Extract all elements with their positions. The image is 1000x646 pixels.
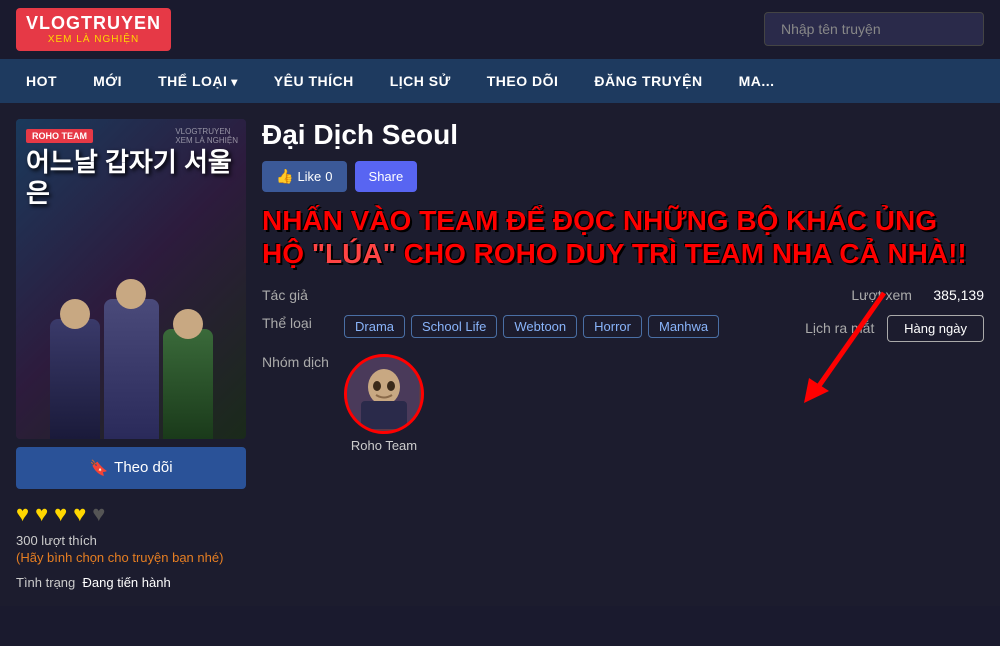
- nav-yeu-thich[interactable]: YÊU THÍCH: [256, 59, 372, 103]
- genre-school[interactable]: School Life: [411, 315, 497, 338]
- status-label: Tình trạng: [16, 575, 75, 590]
- info-bottom: Tác giả Lượt xem 385,139 Thể loại Drama: [262, 287, 984, 453]
- status-line: Tình trạng Đang tiến hành: [16, 575, 246, 590]
- promo-line-2: HỘ "LÚA" CHO ROHO DUY TRÌ TEAM NHA CẢ NH…: [262, 237, 984, 271]
- share-button[interactable]: Share: [355, 161, 418, 192]
- hearts-rating: ♥ ♥ ♥ ♥ ♥: [16, 501, 246, 527]
- translator-avatar: [344, 354, 424, 434]
- translator-card[interactable]: Roho Team: [344, 354, 424, 453]
- logo-main-text: VLOGTRUYEN: [26, 14, 161, 34]
- bookmark-icon: 🔖: [89, 459, 108, 477]
- right-panel: Đại Dịch Seoul 👍 Like 0 Share NHẤN VÀO T…: [262, 119, 984, 590]
- figure-1: [50, 319, 100, 439]
- like-count: 300 lượt thích: [16, 533, 246, 548]
- cover-korean-title: 어느날 갑자기 서울은: [26, 147, 236, 209]
- action-buttons: 👍 Like 0 Share: [262, 161, 984, 192]
- manga-title: Đại Dịch Seoul: [262, 119, 984, 151]
- heart-5[interactable]: ♥: [92, 501, 105, 527]
- promo-text: NHẤN VÀO TEAM ĐỂ ĐỌC NHỮNG BỘ KHÁC ỦNG H…: [262, 204, 984, 271]
- follow-button[interactable]: 🔖 Theo dõi: [16, 447, 246, 489]
- cover-figures: [16, 259, 246, 439]
- logo-area[interactable]: VLOGTRUYEN XEM LÀ NGHIỆN: [16, 8, 171, 51]
- heart-2[interactable]: ♥: [35, 501, 48, 527]
- right-content-top: Đại Dịch Seoul 👍 Like 0 Share NHẤN VÀO T…: [262, 119, 984, 271]
- genre-label: Thể loại: [262, 315, 332, 331]
- like-number: 0: [325, 169, 332, 184]
- genre-webtoon[interactable]: Webtoon: [503, 315, 577, 338]
- left-panel: ROHO TEAM 어느날 갑자기 서울은 VLOGTRUYENXEM LÀ N…: [16, 119, 246, 590]
- red-arrow-svg: [764, 273, 904, 433]
- genre-drama[interactable]: Drama: [344, 315, 405, 338]
- status-value: Đang tiến hành: [83, 575, 171, 590]
- nav-dang-truyen[interactable]: ĐĂNG TRUYỆN: [576, 59, 720, 103]
- genre-manhwa[interactable]: Manhwa: [648, 315, 719, 338]
- nav-hot[interactable]: HOT: [8, 59, 75, 103]
- author-row: Tác giả: [262, 287, 344, 303]
- figure-3: [163, 329, 213, 439]
- main-nav: HOT MỚI THỂ LOẠI YÊU THÍCH LỊCH SỬ THEO …: [0, 59, 1000, 103]
- nav-theo-doi[interactable]: THEO DÕI: [469, 59, 577, 103]
- nav-more[interactable]: MA...: [721, 59, 793, 103]
- quoted-text: "LÚA": [312, 238, 396, 269]
- manga-cover: ROHO TEAM 어느날 갑자기 서울은 VLOGTRUYENXEM LÀ N…: [16, 119, 246, 439]
- nav-the-loai[interactable]: THỂ LOẠI: [140, 59, 256, 103]
- translator-label: Nhóm dịch: [262, 354, 332, 370]
- content-area: ROHO TEAM 어느날 갑자기 서울은 VLOGTRUYENXEM LÀ N…: [16, 119, 984, 590]
- header: VLOGTRUYEN XEM LÀ NGHIỆN: [0, 0, 1000, 59]
- heart-1[interactable]: ♥: [16, 501, 29, 527]
- site-logo[interactable]: VLOGTRUYEN XEM LÀ NGHIỆN: [16, 8, 171, 51]
- promo-line-1: NHẤN VÀO TEAM ĐỂ ĐỌC NHỮNG BỘ KHÁC ỦNG: [262, 204, 984, 238]
- figure-2: [104, 299, 159, 439]
- heart-4[interactable]: ♥: [73, 501, 86, 527]
- genre-row: Thể loại Drama School Life Webtoon Horro…: [262, 315, 719, 338]
- translator-info: Roho Team: [344, 354, 424, 453]
- cover-badge: ROHO TEAM: [26, 129, 93, 143]
- heart-3[interactable]: ♥: [54, 501, 67, 527]
- like-label: Like: [297, 169, 321, 184]
- avatar-image: [349, 359, 419, 429]
- author-label: Tác giả: [262, 287, 332, 303]
- nav-moi[interactable]: MỚI: [75, 59, 140, 103]
- genre-tags: Drama School Life Webtoon Horror Manhwa: [344, 315, 719, 338]
- views-value: 385,139: [933, 287, 984, 303]
- like-note: (Hãy bình chọn cho truyện bạn nhé): [16, 550, 246, 565]
- genre-horror[interactable]: Horror: [583, 315, 642, 338]
- cover-watermark: VLOGTRUYENXEM LÀ NGHIỆN: [175, 127, 238, 145]
- like-button[interactable]: 👍 Like 0: [262, 161, 347, 192]
- logo-sub-text: XEM LÀ NGHIỆN: [48, 34, 139, 45]
- search-input[interactable]: [764, 12, 984, 46]
- cover-image: ROHO TEAM 어느날 갑자기 서울은 VLOGTRUYENXEM LÀ N…: [16, 119, 246, 439]
- main-content: ROHO TEAM 어느날 갑자기 서울은 VLOGTRUYENXEM LÀ N…: [0, 103, 1000, 606]
- translator-name: Roho Team: [351, 438, 417, 453]
- nav-lich-su[interactable]: LỊCH SỬ: [372, 59, 469, 103]
- thumbs-up-icon: 👍: [276, 168, 293, 185]
- follow-button-label: Theo dõi: [114, 459, 172, 476]
